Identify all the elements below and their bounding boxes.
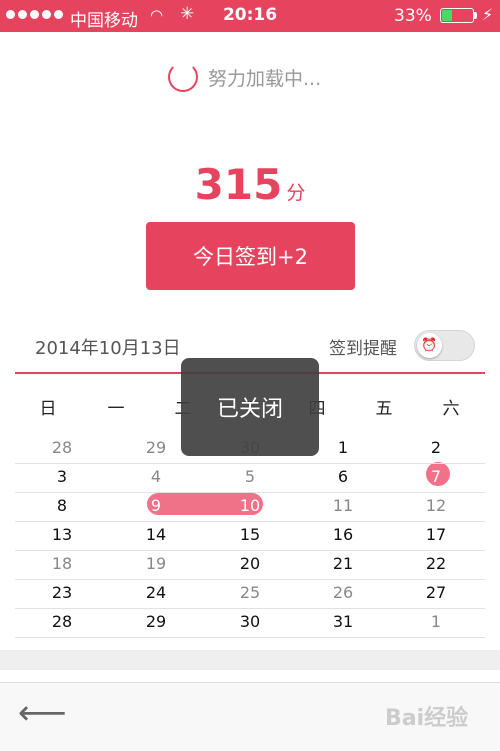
calendar-day[interactable]: 3 — [42, 466, 82, 488]
calendar-day[interactable]: 19 — [136, 553, 176, 575]
calendar-day[interactable]: 24 — [136, 582, 176, 604]
calendar-day[interactable]: 28 — [42, 611, 82, 633]
calendar-day[interactable]: 26 — [323, 582, 363, 604]
calendar-day[interactable]: 4 — [136, 466, 176, 488]
calendar-day[interactable]: 1 — [323, 437, 363, 459]
back-arrow-icon[interactable]: ⟵ — [18, 696, 67, 730]
calendar-day[interactable]: 6 — [323, 466, 363, 488]
weekday-header: 六 — [442, 399, 460, 419]
calendar-day[interactable]: 5 — [230, 466, 270, 488]
section-divider — [0, 650, 500, 670]
calendar-day[interactable]: 8 — [42, 495, 82, 517]
weekday-header: 一 — [107, 399, 125, 419]
calendar-day[interactable]: 22 — [416, 553, 456, 575]
loading-text: 努力加载中... — [208, 67, 322, 90]
loading-indicator: 努力加载中... — [168, 60, 321, 94]
calendar-day[interactable]: 18 — [42, 553, 82, 575]
reminder-label: 签到提醒 — [329, 339, 397, 359]
checkin-button[interactable]: 今日签到+2 — [146, 222, 355, 290]
calendar-day[interactable]: 29 — [136, 611, 176, 633]
battery-icon — [440, 8, 474, 23]
score-display: 315 分 — [0, 160, 500, 209]
alarm-clock-icon: ⏰ — [417, 333, 442, 358]
calendar-day[interactable]: 9 — [136, 495, 176, 517]
calendar-day[interactable]: 1 — [416, 611, 456, 633]
charging-bolt-icon: ⚡ — [482, 5, 494, 24]
score-unit: 分 — [286, 182, 306, 204]
calendar-day[interactable]: 31 — [323, 611, 363, 633]
calendar-day[interactable]: 27 — [416, 582, 456, 604]
calendar-day[interactable]: 29 — [136, 437, 176, 459]
calendar-day[interactable]: 30 — [230, 611, 270, 633]
calendar-day[interactable]: 2 — [416, 437, 456, 459]
battery-tip — [474, 12, 477, 19]
calendar-day[interactable]: 13 — [42, 524, 82, 546]
calendar-day[interactable]: 28 — [42, 437, 82, 459]
score-value: 315 — [194, 160, 283, 209]
calendar-day[interactable]: 15 — [230, 524, 270, 546]
calendar-day[interactable]: 11 — [323, 495, 363, 517]
calendar-day[interactable]: 10 — [230, 495, 270, 517]
toast-message: 已关闭 — [181, 358, 319, 456]
calendar-day[interactable]: 21 — [323, 553, 363, 575]
calendar-day[interactable]: 16 — [323, 524, 363, 546]
reminder-toggle[interactable]: ⏰ — [414, 330, 475, 361]
weekday-header: 日 — [39, 399, 57, 419]
calendar-day[interactable]: 17 — [416, 524, 456, 546]
weekday-header: 五 — [375, 399, 393, 419]
calendar-day[interactable]: 12 — [416, 495, 456, 517]
watermark: Bai经验 — [385, 706, 469, 731]
calendar-day[interactable]: 7 — [416, 466, 456, 488]
calendar-day[interactable]: 25 — [230, 582, 270, 604]
current-date: 2014年10月13日 — [35, 338, 181, 359]
spinner-icon — [168, 62, 198, 92]
calendar-day[interactable]: 23 — [42, 582, 82, 604]
status-bar: 中国移动 ◠ ✳ 20:16 33% ⚡ — [0, 0, 500, 32]
calendar-day[interactable]: 20 — [230, 553, 270, 575]
calendar-day[interactable]: 14 — [136, 524, 176, 546]
battery-percent: 33% — [394, 6, 432, 26]
